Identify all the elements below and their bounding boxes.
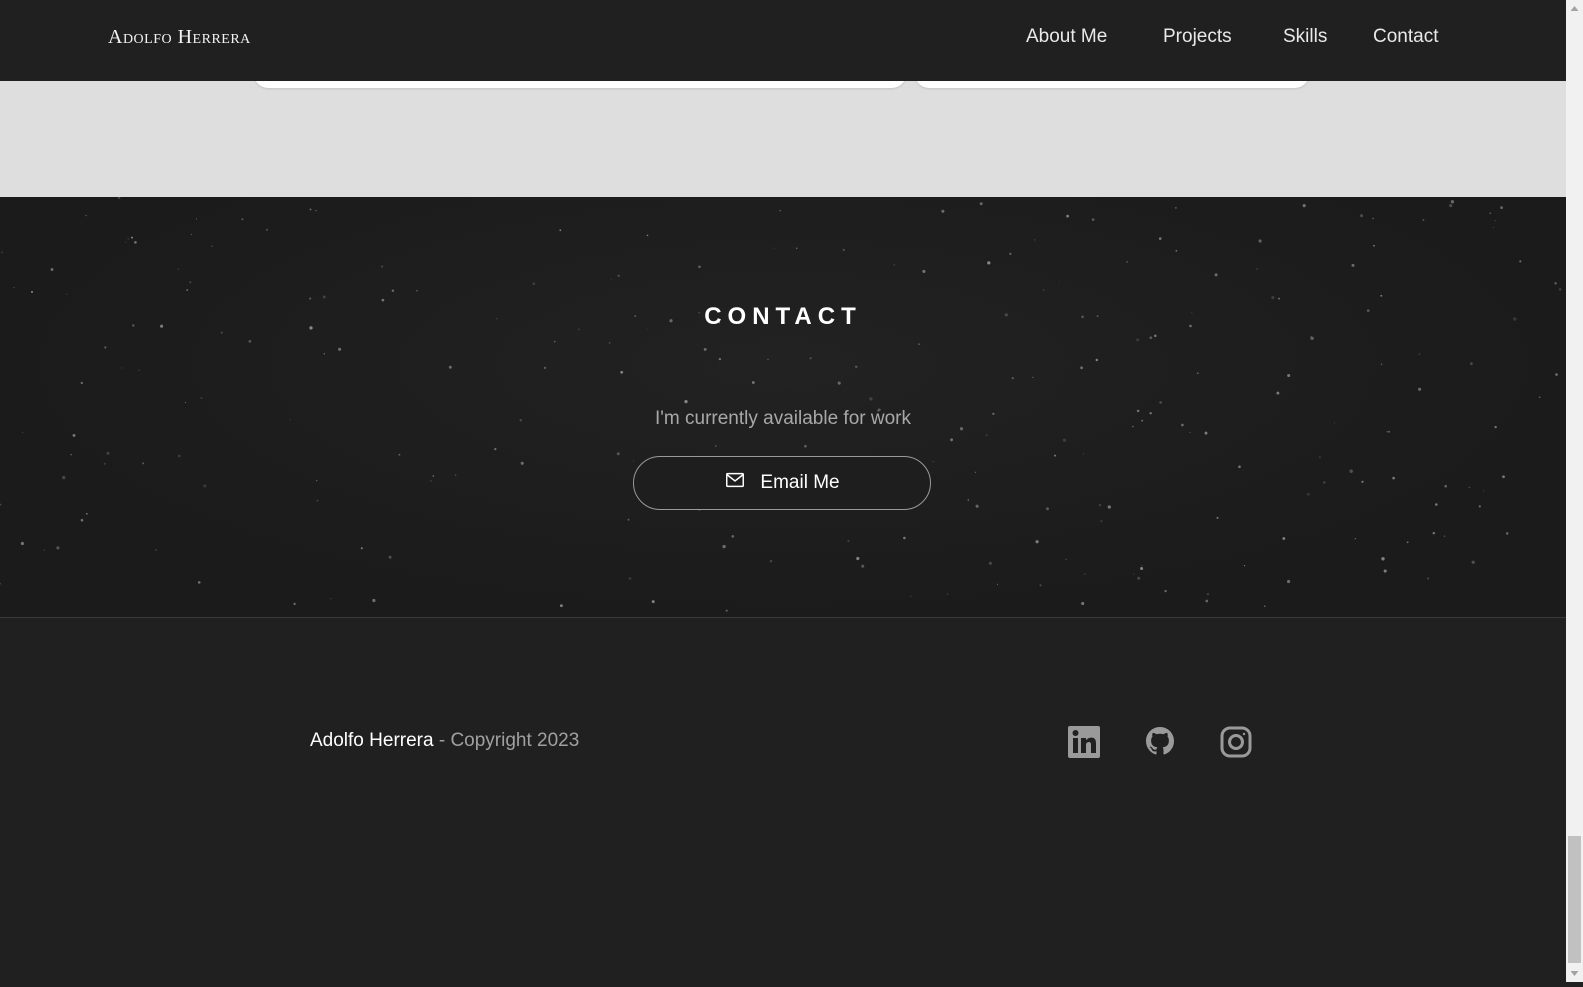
email-me-label: Email Me — [760, 472, 840, 493]
footer-name: Adolfo Herrera — [310, 730, 434, 751]
scroll-up-arrow-icon[interactable] — [1566, 0, 1583, 17]
contact-section: CONTACT I'm currently available for work… — [0, 197, 1566, 617]
email-me-button[interactable]: Email Me — [633, 456, 931, 510]
site-header: Adolfo Herrera About Me Projects Skills … — [0, 0, 1566, 81]
scroll-down-arrow-icon[interactable] — [1566, 965, 1583, 982]
nav-contact[interactable]: Contact — [1373, 26, 1438, 48]
nav-skills[interactable]: Skills — [1283, 26, 1327, 48]
instagram-link[interactable] — [1219, 724, 1253, 760]
availability-text: I'm currently available for work — [655, 408, 911, 429]
contact-heading: CONTACT — [704, 303, 862, 330]
linkedin-link[interactable] — [1067, 724, 1101, 760]
projects-section-end — [0, 67, 1566, 197]
mail-icon — [724, 469, 746, 497]
github-icon — [1143, 727, 1177, 764]
site-footer: Adolfo Herrera - Copyright 2023 — [0, 617, 1566, 982]
page-scrollbar[interactable] — [1566, 0, 1583, 982]
instagram-icon — [1219, 726, 1253, 764]
scrollbar-thumb[interactable] — [1568, 836, 1581, 963]
copyright-text: Adolfo Herrera - Copyright 2023 — [310, 730, 579, 752]
github-link[interactable] — [1143, 724, 1177, 760]
nav-projects[interactable]: Projects — [1163, 26, 1232, 48]
page: Adolfo Herrera About Me Projects Skills … — [0, 0, 1566, 982]
brand-logo-text[interactable]: Adolfo Herrera — [108, 26, 251, 49]
starfield-background — [0, 197, 1562, 612]
copyright-label: - Copyright 2023 — [433, 730, 580, 751]
nav-about-me[interactable]: About Me — [1026, 26, 1107, 48]
linkedin-icon — [1067, 726, 1101, 764]
